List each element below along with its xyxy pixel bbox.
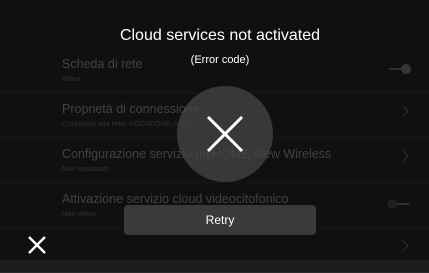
dialog-title: Cloud services not activated — [119, 27, 321, 44]
error-indicator — [177, 86, 273, 182]
dialog-error-code: (Error code) — [190, 54, 250, 66]
x-icon — [206, 115, 244, 153]
error-dialog-overlay: Cloud services not activated (Error code… — [0, 0, 429, 260]
close-icon[interactable] — [28, 236, 46, 254]
retry-button[interactable]: Retry — [124, 205, 316, 235]
